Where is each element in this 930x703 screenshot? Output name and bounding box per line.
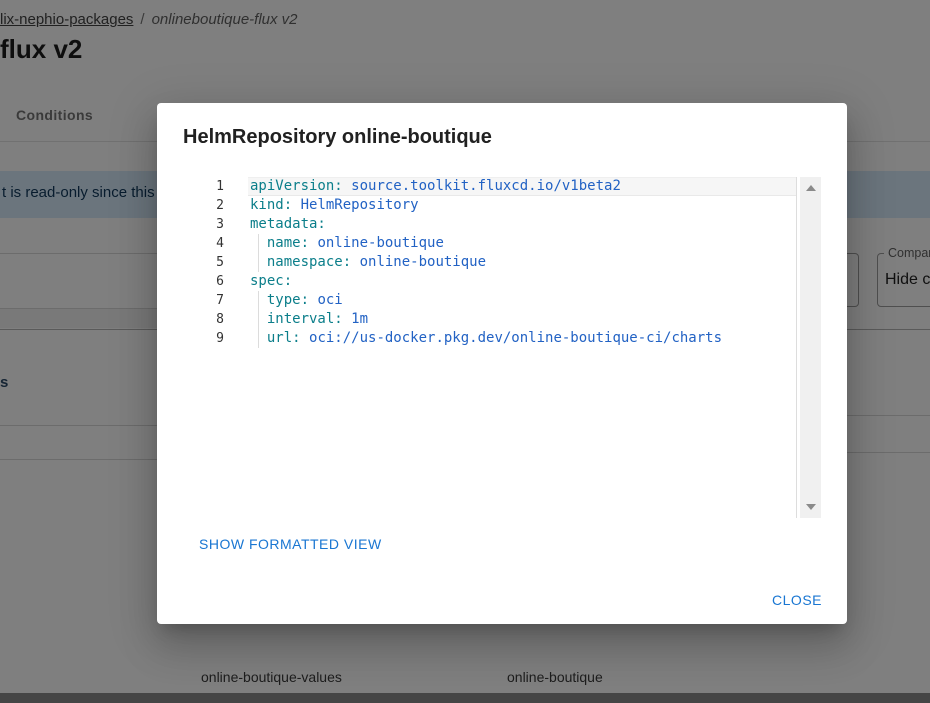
code-line-6: 6spec:	[207, 272, 796, 291]
line-number: 6	[207, 272, 248, 291]
indent-guide	[258, 329, 259, 348]
code-content: url: oci://us-docker.pkg.dev/online-bout…	[248, 329, 796, 348]
yaml-editor-lines: 1apiVersion: source.toolkit.fluxcd.io/v1…	[207, 177, 796, 348]
indent-guide	[258, 310, 259, 329]
code-content: namespace: online-boutique	[248, 253, 796, 272]
line-number: 2	[207, 196, 248, 215]
close-button[interactable]: CLOSE	[772, 592, 822, 608]
code-line-8: 8 interval: 1m	[207, 310, 796, 329]
code-content: kind: HelmRepository	[248, 196, 796, 215]
code-line-4: 4 name: online-boutique	[207, 234, 796, 253]
dialog-title: HelmRepository online-boutique	[183, 126, 492, 149]
scrollbar-down-icon[interactable]	[806, 504, 816, 510]
code-content: interval: 1m	[248, 310, 796, 329]
code-line-1: 1apiVersion: source.toolkit.fluxcd.io/v1…	[207, 177, 796, 196]
line-number: 4	[207, 234, 248, 253]
line-number: 5	[207, 253, 248, 272]
indent-guide	[258, 234, 259, 253]
code-line-7: 7 type: oci	[207, 291, 796, 310]
editor-scrollbar[interactable]	[800, 177, 821, 518]
code-line-3: 3metadata:	[207, 215, 796, 234]
code-line-5: 5 namespace: online-boutique	[207, 253, 796, 272]
line-number: 1	[207, 177, 248, 196]
code-line-9: 9 url: oci://us-docker.pkg.dev/online-bo…	[207, 329, 796, 348]
indent-guide	[258, 253, 259, 272]
yaml-editor[interactable]: 1apiVersion: source.toolkit.fluxcd.io/v1…	[207, 177, 797, 518]
scrollbar-up-icon[interactable]	[806, 185, 816, 191]
line-number: 8	[207, 310, 248, 329]
code-content: type: oci	[248, 291, 796, 310]
line-number: 3	[207, 215, 248, 234]
code-content: spec:	[248, 272, 796, 291]
code-content: apiVersion: source.toolkit.fluxcd.io/v1b…	[248, 177, 796, 196]
line-number: 9	[207, 329, 248, 348]
line-number: 7	[207, 291, 248, 310]
code-content: name: online-boutique	[248, 234, 796, 253]
code-line-2: 2kind: HelmRepository	[207, 196, 796, 215]
helm-repository-dialog: HelmRepository online-boutique 1apiVersi…	[157, 103, 847, 624]
indent-guide	[258, 291, 259, 310]
show-formatted-view-button[interactable]: SHOW FORMATTED VIEW	[199, 536, 382, 552]
code-content: metadata:	[248, 215, 796, 234]
